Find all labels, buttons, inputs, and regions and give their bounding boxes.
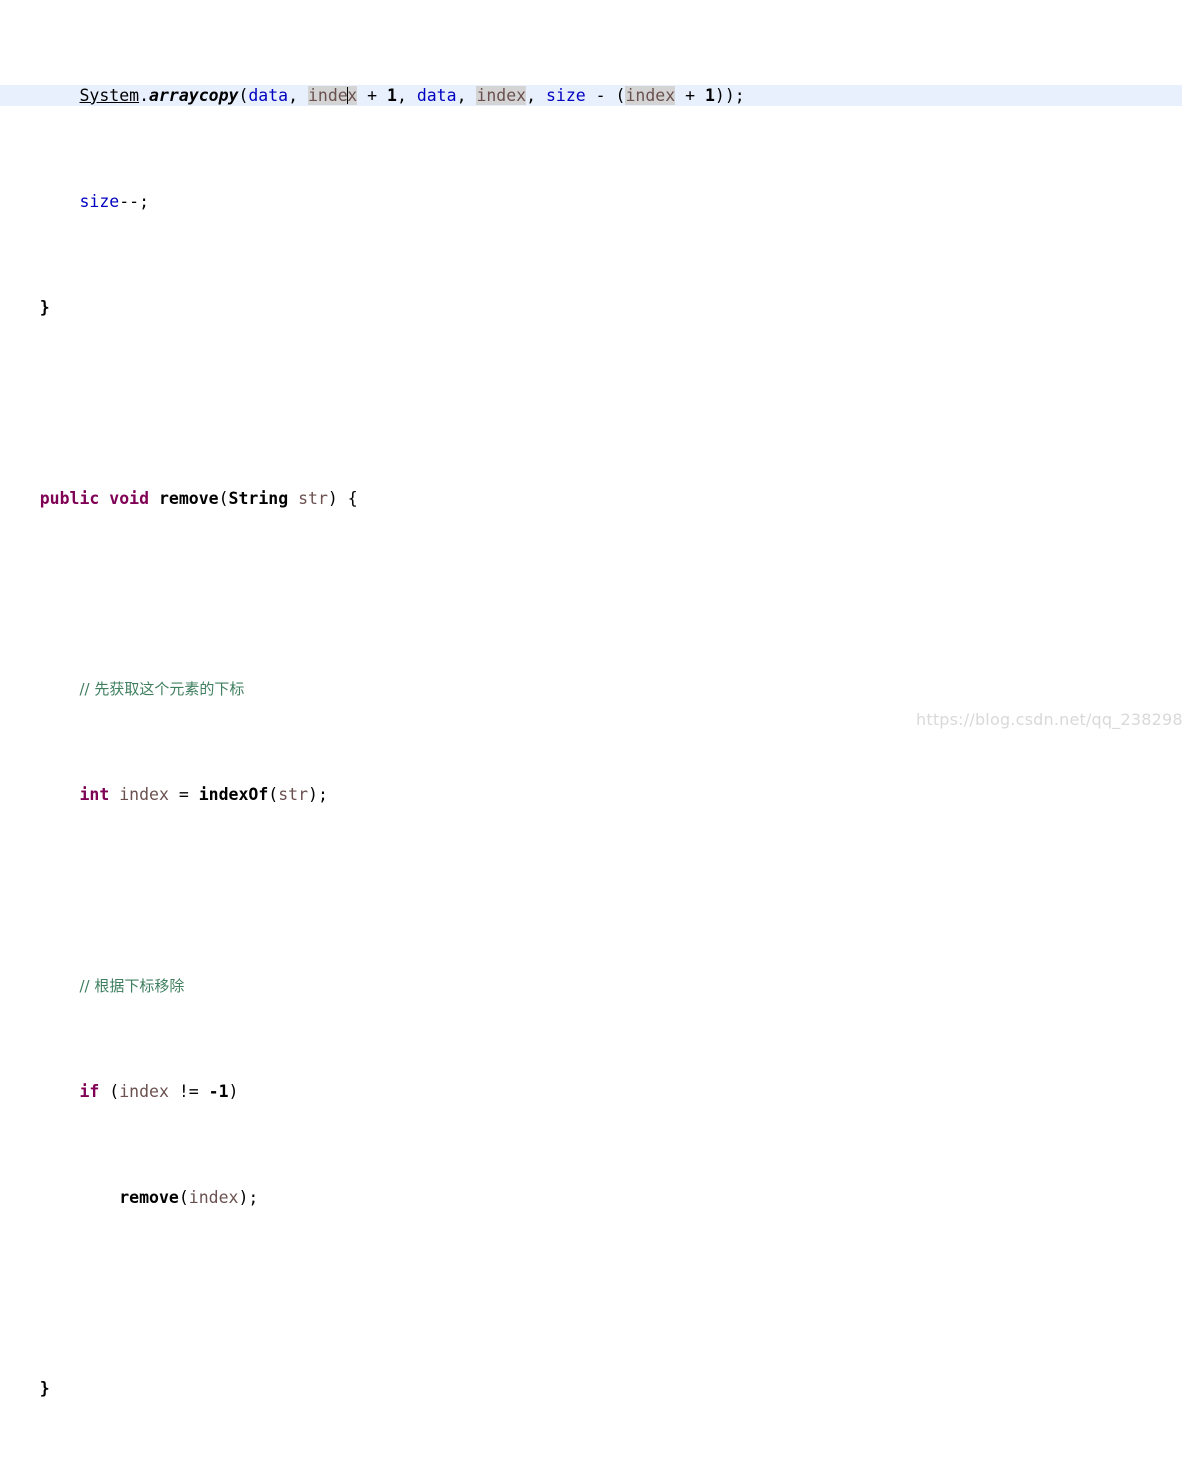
code-line[interactable]: System.arraycopy(data, index + 1, data, … (0, 84, 1182, 106)
token-field-data: data (248, 85, 289, 105)
token-punctuation: ); (238, 1188, 259, 1208)
token-operator: - ( (585, 85, 626, 105)
text-caret (347, 86, 348, 104)
token-keyword-void: void (109, 488, 150, 508)
code-line-blank[interactable] (0, 1272, 1182, 1293)
token-paren: ( (218, 488, 229, 508)
token-number: 1 (387, 85, 397, 105)
token-operator: + (675, 85, 705, 105)
code-line[interactable]: // 先获取这个元素的下标 (0, 678, 1182, 699)
code-line-blank[interactable] (0, 869, 1182, 890)
token-field-data: data (416, 85, 457, 105)
token-local-index-highlighted: index (308, 85, 358, 105)
code-line[interactable]: } (0, 1378, 1182, 1399)
code-line[interactable]: } (0, 297, 1182, 318)
token-number: -1 (208, 1082, 229, 1102)
token-brace-close: } (39, 1379, 50, 1398)
code-line[interactable]: public void remove(String str) { (0, 488, 1182, 509)
token-paren: ( (178, 1188, 189, 1208)
code-line-blank[interactable] (0, 1463, 1182, 1480)
token-type-string: String (228, 488, 289, 508)
code-line[interactable]: if (index != -1) (0, 1081, 1182, 1102)
token-operator: + (357, 85, 387, 105)
token-param-str: str (298, 488, 328, 508)
token-method-arraycopy: arraycopy (149, 85, 239, 105)
code-line[interactable]: remove(index); (0, 1187, 1182, 1208)
code-line[interactable]: int index = indexOf(str); (0, 784, 1182, 805)
token-paren: ( (99, 1082, 120, 1102)
token-punctuation: )); (714, 85, 745, 105)
token-field-size: size (545, 85, 586, 105)
token-comma: , (526, 85, 546, 105)
code-line-blank[interactable] (0, 382, 1182, 403)
code-line[interactable]: // 根据下标移除 (0, 975, 1182, 996)
token-class-system: System (79, 85, 140, 105)
token-keyword-if: if (79, 1082, 100, 1102)
token-paren: ( (268, 785, 279, 805)
token-field-size: size (79, 191, 120, 211)
token-punctuation: ) { (327, 488, 358, 508)
token-local-index-highlighted: index (625, 85, 676, 105)
comment-get-index-first: // 先获取这个元素的下标 (79, 680, 245, 699)
token-paren: ) (228, 1082, 239, 1102)
token-operator: = (168, 785, 199, 805)
token-comma: , (396, 85, 417, 105)
code-line[interactable]: size--; (0, 191, 1182, 212)
token-operator: != (168, 1082, 209, 1102)
token-param-str: str (278, 785, 309, 805)
token-comma: , (288, 85, 308, 105)
comment-remove-by-index: // 根据下标移除 (79, 977, 185, 996)
token-local-index: index (119, 1082, 169, 1102)
code-content[interactable]: System.arraycopy(data, index + 1, data, … (0, 0, 1182, 1480)
token-local-index: index (119, 785, 169, 805)
token-paren: ( (238, 85, 249, 105)
token-punctuation: ); (308, 785, 328, 805)
token-local-index-highlighted: index (476, 85, 527, 105)
token-brace-close: } (39, 297, 50, 317)
token-keyword-int: int (79, 785, 110, 805)
token-comma: , (456, 85, 477, 105)
token-dot: . (139, 85, 150, 105)
token-local-index: index (188, 1188, 239, 1208)
token-operator: --; (119, 191, 150, 211)
code-line-blank[interactable] (0, 572, 1182, 593)
token-method-remove: remove (158, 488, 219, 508)
token-method-indexof: indexOf (198, 785, 269, 805)
token-keyword-public: public (39, 488, 100, 508)
code-editor-view[interactable]: System.arraycopy(data, index + 1, data, … (0, 0, 1182, 1398)
token-number: 1 (704, 85, 715, 105)
token-method-remove: remove (119, 1188, 179, 1208)
